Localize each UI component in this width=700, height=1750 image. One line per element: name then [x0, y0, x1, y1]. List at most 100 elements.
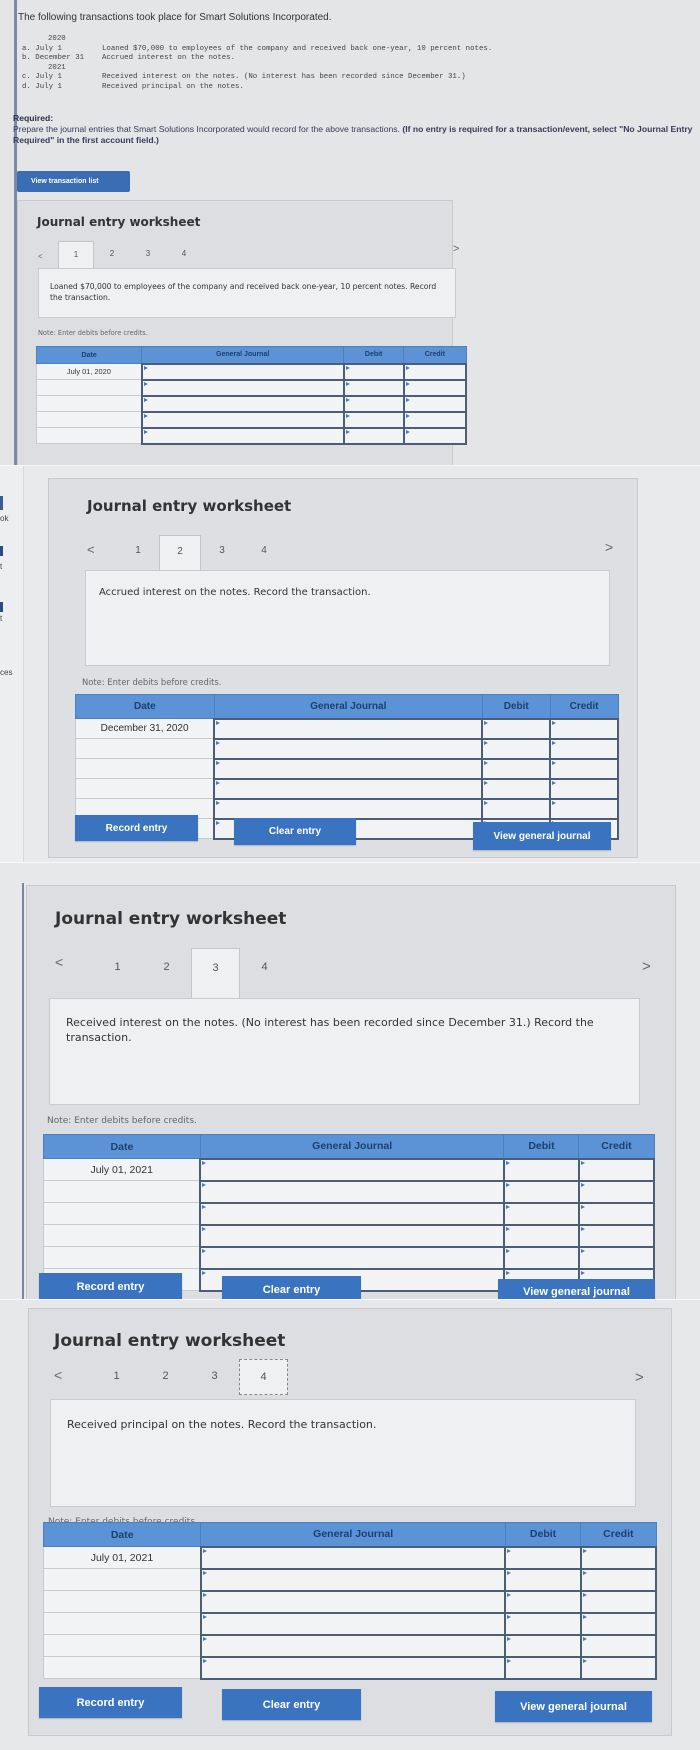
chevron-left-icon[interactable]: < [87, 542, 117, 571]
tab-4[interactable]: 4 [243, 535, 285, 571]
credit-input[interactable] [579, 1655, 658, 1680]
chevron-left-icon[interactable]: < [54, 1367, 92, 1395]
tab-2[interactable]: 2 [94, 241, 130, 269]
account-input[interactable] [199, 1179, 505, 1204]
credit-input[interactable] [577, 1223, 656, 1248]
account-input[interactable] [140, 426, 345, 445]
chevron-right-icon[interactable]: > [605, 539, 613, 555]
debit-input[interactable] [342, 410, 405, 429]
view-general-journal-button[interactable]: View general journal [473, 822, 611, 850]
debit-input[interactable] [504, 1589, 582, 1614]
credit-input[interactable] [402, 410, 468, 429]
credit-input[interactable] [577, 1201, 656, 1226]
debit-input[interactable] [504, 1633, 582, 1658]
account-input[interactable] [199, 1157, 505, 1182]
chevron-left-icon[interactable]: < [38, 252, 58, 269]
credit-input[interactable] [577, 1179, 656, 1204]
tab-2[interactable]: 2 [141, 1359, 190, 1395]
credit-input[interactable] [402, 378, 468, 397]
tab-4[interactable]: 4 [240, 948, 289, 998]
sidebar-item-label[interactable]: t [0, 562, 2, 571]
credit-input[interactable] [402, 394, 468, 413]
credit-input[interactable] [549, 777, 619, 800]
account-input[interactable] [199, 1201, 505, 1226]
tab-1[interactable]: 1 [92, 1359, 141, 1395]
record-entry-button[interactable]: Record entry [75, 815, 198, 841]
account-input[interactable] [199, 1545, 507, 1570]
account-input[interactable] [213, 797, 484, 820]
account-input[interactable] [213, 717, 484, 740]
tab-3[interactable]: 3 [201, 535, 243, 571]
account-input[interactable] [213, 737, 484, 760]
tab-2[interactable]: 2 [142, 948, 191, 998]
debit-input[interactable] [502, 1223, 580, 1248]
clear-entry-button[interactable]: Clear entry [222, 1689, 361, 1720]
credit-input[interactable] [579, 1633, 658, 1658]
account-input[interactable] [140, 362, 345, 381]
debit-input[interactable] [502, 1245, 580, 1270]
debit-input[interactable] [342, 378, 405, 397]
debit-input[interactable] [342, 426, 405, 445]
credit-input[interactable] [549, 717, 619, 740]
tab-3[interactable]: 3 [190, 1359, 239, 1395]
tab-1[interactable]: 1 [117, 535, 159, 571]
credit-input[interactable] [579, 1567, 658, 1592]
clear-entry-button[interactable]: Clear entry [222, 1276, 361, 1300]
account-input[interactable] [140, 394, 345, 413]
account-input[interactable] [213, 777, 484, 800]
credit-input[interactable] [579, 1545, 658, 1570]
tab-4[interactable]: 4 [166, 241, 202, 269]
account-input[interactable] [199, 1589, 507, 1614]
debit-input[interactable] [481, 717, 552, 740]
chevron-right-icon[interactable]: > [453, 243, 459, 255]
view-transaction-list-button[interactable]: View transaction list [17, 171, 130, 192]
debit-input[interactable] [504, 1655, 582, 1680]
debit-input[interactable] [504, 1611, 582, 1636]
credit-input[interactable] [549, 737, 619, 760]
credit-input[interactable] [577, 1245, 656, 1270]
debit-input[interactable] [342, 362, 405, 381]
debit-input[interactable] [481, 757, 552, 780]
credit-input[interactable] [549, 757, 619, 780]
debit-input[interactable] [504, 1545, 582, 1570]
account-input[interactable] [199, 1611, 507, 1636]
account-input[interactable] [199, 1245, 505, 1270]
account-input[interactable] [199, 1223, 505, 1248]
account-input[interactable] [199, 1633, 507, 1658]
tab-2[interactable]: 2 [159, 535, 201, 571]
clear-entry-button[interactable]: Clear entry [234, 818, 356, 845]
account-input[interactable] [140, 378, 345, 397]
credit-input[interactable] [577, 1157, 656, 1182]
sidebar-item-label[interactable]: t [0, 614, 2, 623]
debit-input[interactable] [481, 737, 552, 760]
account-input[interactable] [140, 410, 345, 429]
credit-input[interactable] [579, 1611, 658, 1636]
record-entry-button[interactable]: Record entry [39, 1687, 182, 1718]
view-general-journal-button[interactable]: View general journal [498, 1279, 655, 1300]
account-input[interactable] [213, 757, 484, 780]
debit-input[interactable] [342, 394, 405, 413]
debit-input[interactable] [481, 777, 552, 800]
account-input[interactable] [199, 1655, 507, 1680]
tab-1[interactable]: 1 [93, 948, 142, 998]
record-entry-button[interactable]: Record entry [39, 1273, 182, 1300]
chevron-left-icon[interactable]: < [55, 954, 93, 998]
sidebar-item-label[interactable]: ok [0, 514, 8, 523]
debit-input[interactable] [502, 1179, 580, 1204]
tab-3[interactable]: 3 [191, 948, 240, 998]
tab-3[interactable]: 3 [130, 241, 166, 269]
credit-input[interactable] [579, 1589, 658, 1614]
chevron-right-icon[interactable]: > [635, 1369, 644, 1386]
chevron-right-icon[interactable]: > [642, 958, 651, 975]
credit-input[interactable] [402, 362, 468, 381]
debit-input[interactable] [481, 797, 552, 820]
account-input[interactable] [199, 1567, 507, 1592]
credit-input[interactable] [549, 797, 619, 820]
sidebar-item-label[interactable]: ces [0, 668, 12, 677]
credit-input[interactable] [402, 426, 468, 445]
tab-1[interactable]: 1 [58, 241, 94, 269]
view-general-journal-button[interactable]: View general journal [495, 1691, 652, 1722]
debit-input[interactable] [502, 1157, 580, 1182]
debit-input[interactable] [502, 1201, 580, 1226]
tab-4[interactable]: 4 [239, 1359, 288, 1395]
